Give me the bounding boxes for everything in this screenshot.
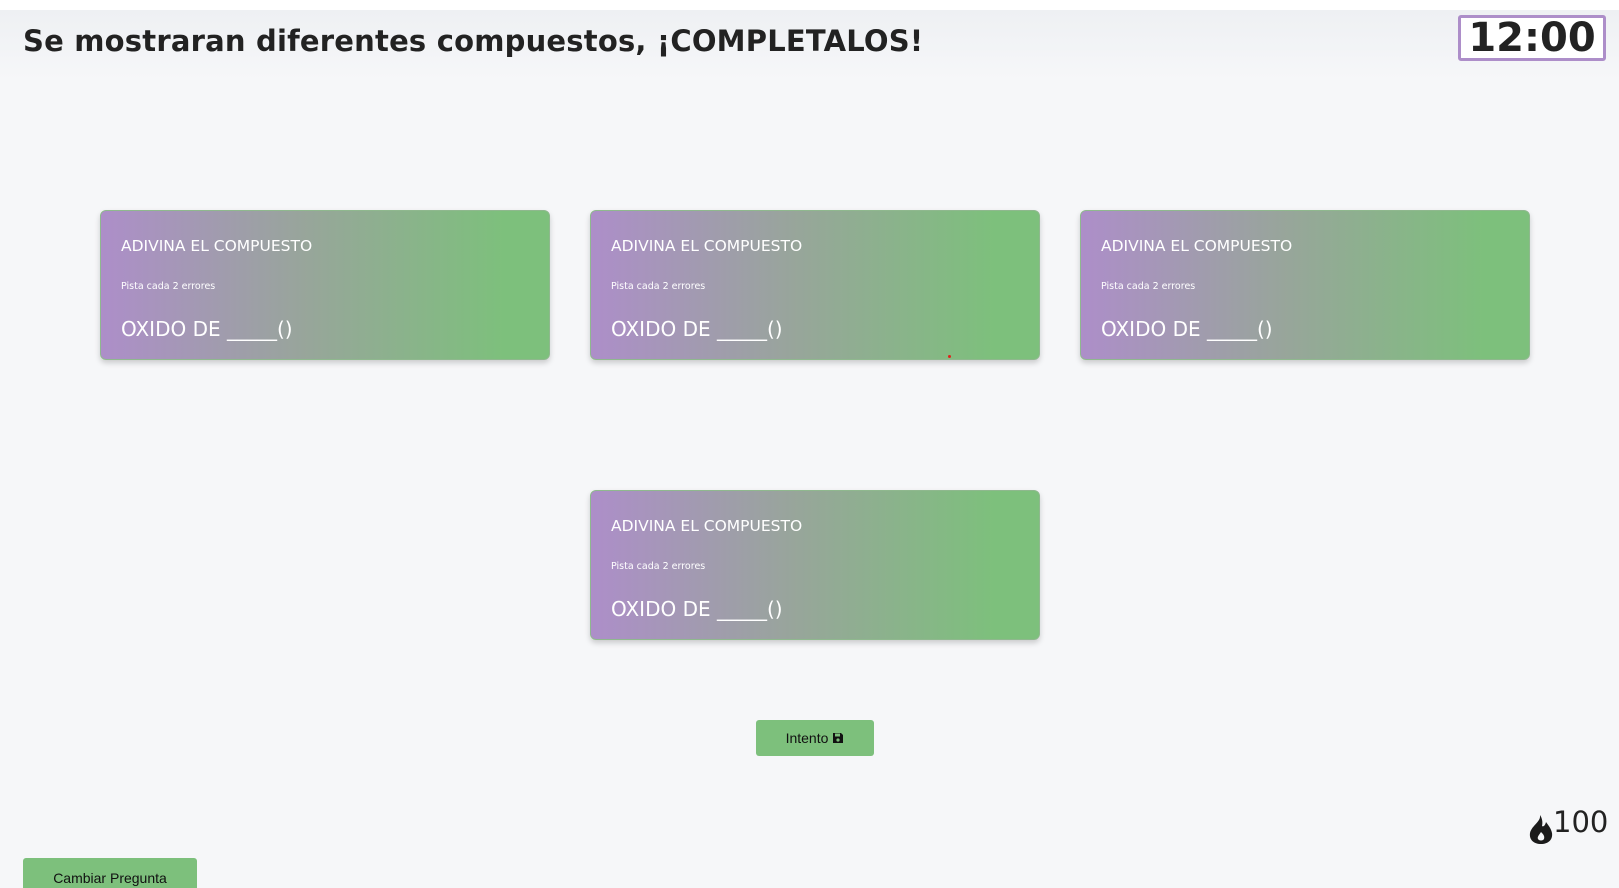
card-title: ADIVINA EL COMPUESTO bbox=[611, 237, 803, 255]
card-title: ADIVINA EL COMPUESTO bbox=[1101, 237, 1293, 255]
compound-card[interactable]: ADIVINA EL COMPUESTO Pista cada 2 errore… bbox=[590, 210, 1040, 360]
card-question: OXIDO DE _____() bbox=[611, 597, 783, 621]
cursor-dot bbox=[948, 355, 951, 358]
card-question: OXIDO DE _____() bbox=[1101, 317, 1273, 341]
card-hint: Pista cada 2 errores bbox=[1101, 281, 1196, 292]
fire-icon bbox=[1527, 813, 1555, 849]
card-question: OXIDO DE _____() bbox=[121, 317, 293, 341]
card-question: OXIDO DE _____() bbox=[611, 317, 783, 341]
attempt-button[interactable]: Intento bbox=[756, 720, 874, 756]
score-display: 100 bbox=[1527, 804, 1608, 848]
compound-card[interactable]: ADIVINA EL COMPUESTO Pista cada 2 errore… bbox=[590, 490, 1040, 640]
card-hint: Pista cada 2 errores bbox=[121, 281, 216, 292]
card-hint: Pista cada 2 errores bbox=[611, 281, 706, 292]
countdown-timer: 12:00 bbox=[1458, 15, 1606, 61]
compound-card[interactable]: ADIVINA EL COMPUESTO Pista cada 2 errore… bbox=[100, 210, 550, 360]
page-title: Se mostraran diferentes compuestos, ¡COM… bbox=[23, 24, 924, 58]
change-question-button[interactable]: Cambiar Pregunta bbox=[23, 858, 197, 888]
attempt-button-label: Intento bbox=[785, 730, 829, 746]
card-hint: Pista cada 2 errores bbox=[611, 561, 706, 572]
score-value: 100 bbox=[1553, 805, 1609, 839]
save-icon bbox=[832, 732, 844, 744]
card-title: ADIVINA EL COMPUESTO bbox=[121, 237, 313, 255]
compound-card[interactable]: ADIVINA EL COMPUESTO Pista cada 2 errore… bbox=[1080, 210, 1530, 360]
top-bar bbox=[0, 0, 1619, 10]
card-title: ADIVINA EL COMPUESTO bbox=[611, 517, 803, 535]
